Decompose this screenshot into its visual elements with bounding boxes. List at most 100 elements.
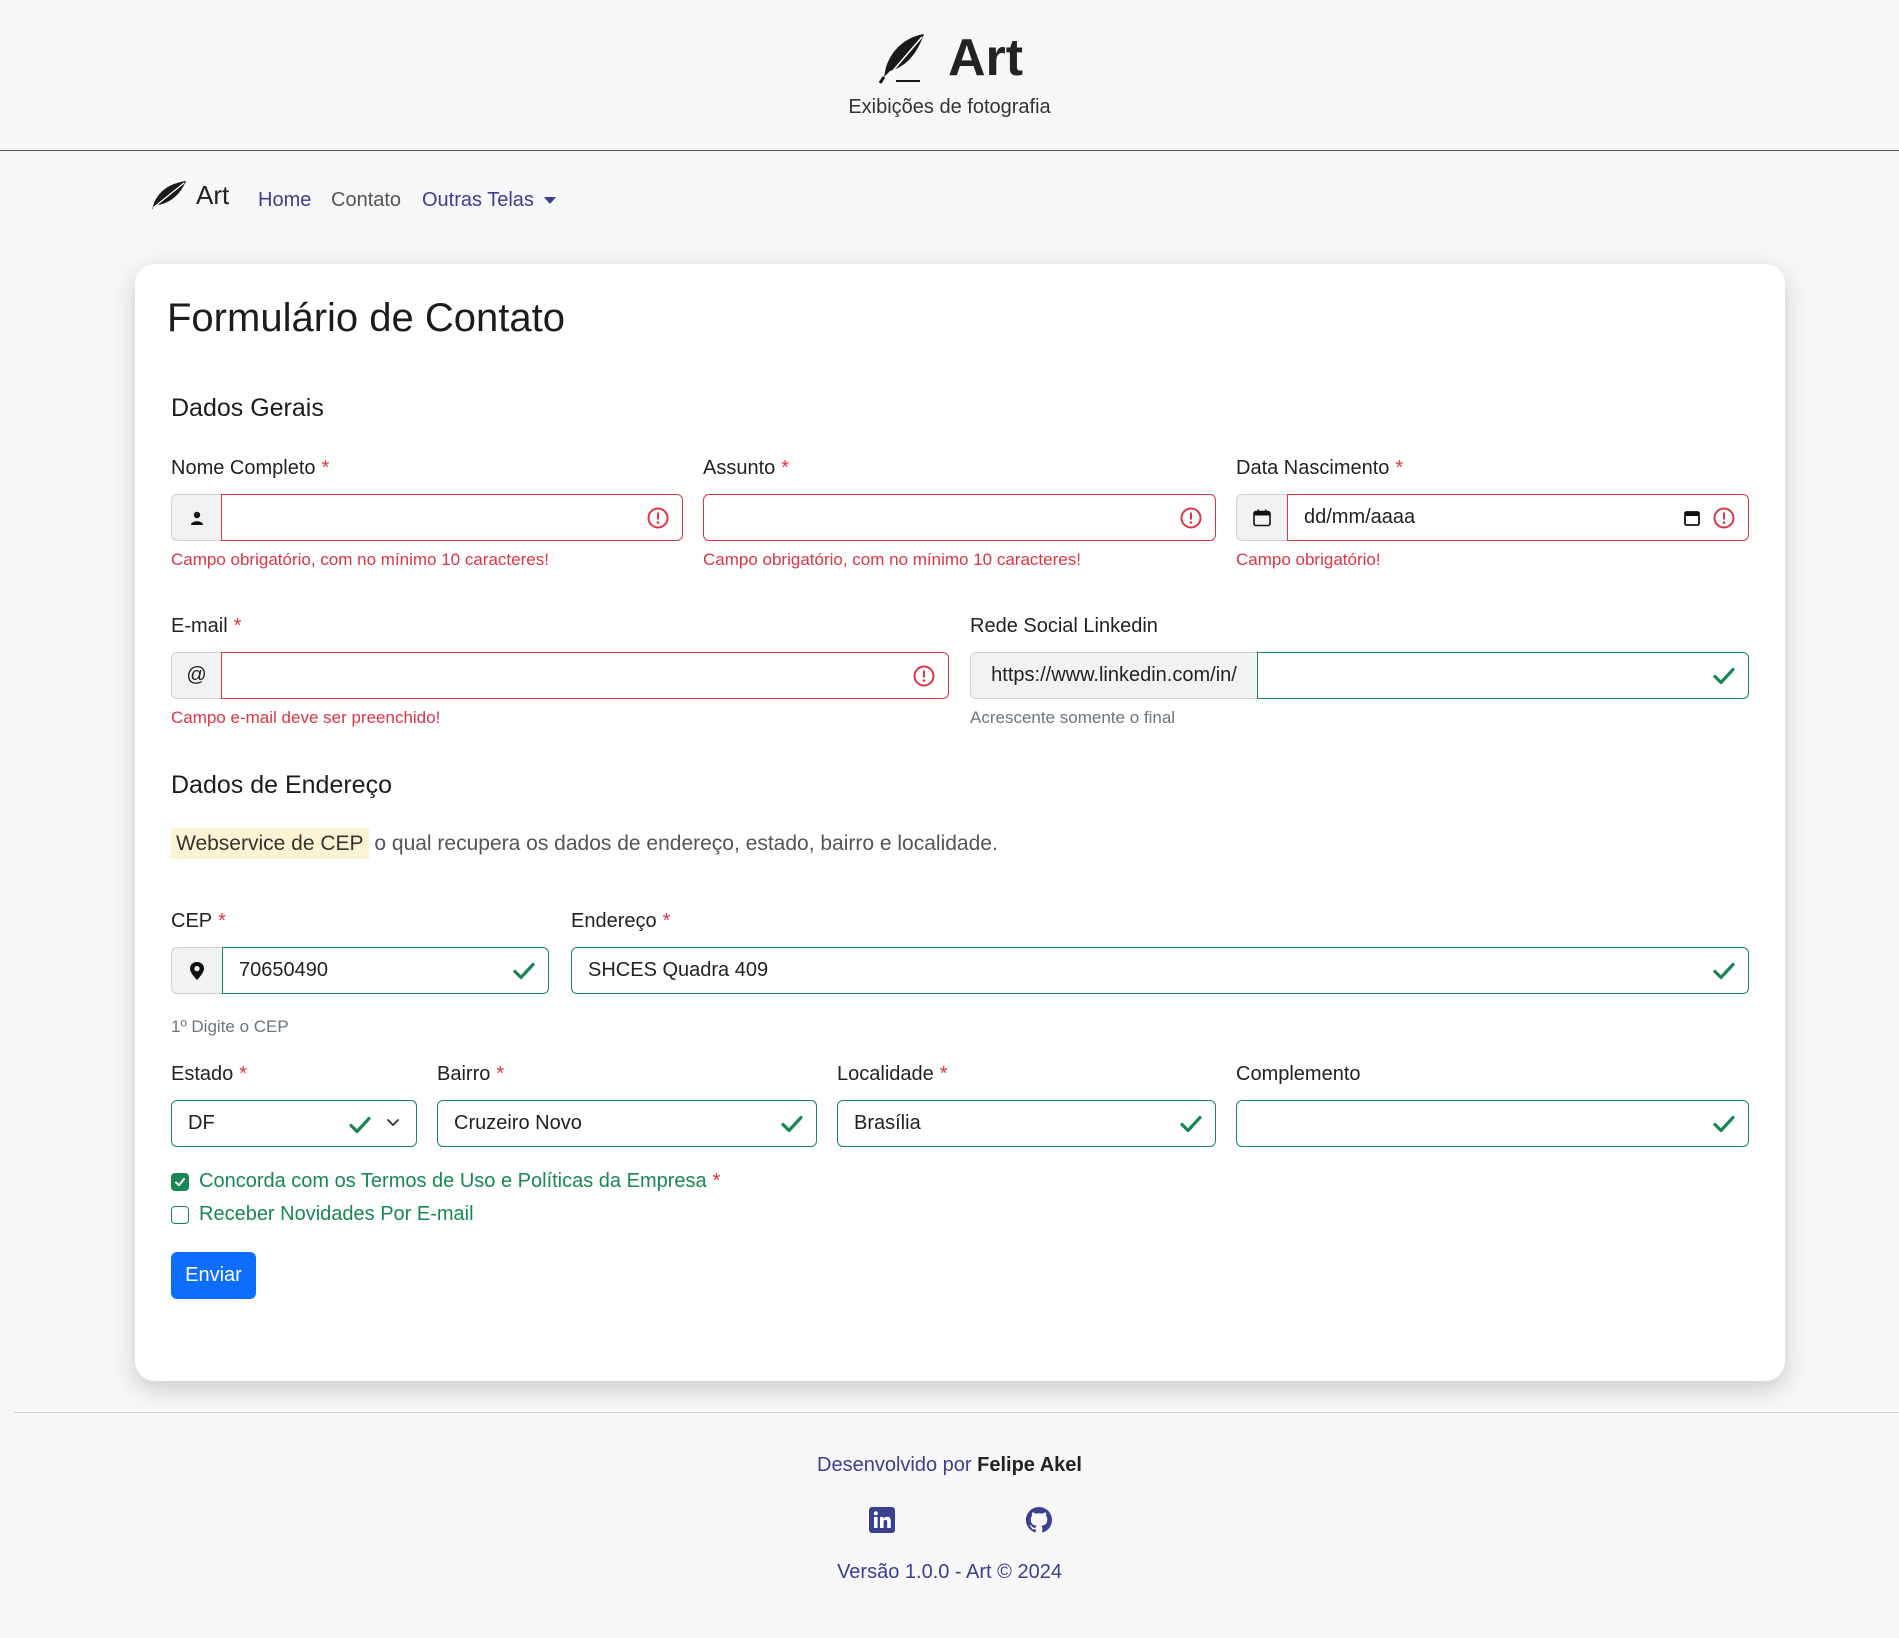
github-icon[interactable]: [1026, 1507, 1052, 1533]
cep-value: 70650490: [239, 959, 328, 981]
bairro-value: Cruzeiro Novo: [454, 1112, 582, 1134]
localidade-label-text: Localidade: [837, 1063, 934, 1085]
assunto-input-group: [703, 494, 1216, 541]
email-input[interactable]: [221, 652, 949, 699]
bairro-input-group: Cruzeiro Novo: [437, 1100, 817, 1147]
valid-check-icon: [1180, 1115, 1202, 1132]
nav-outras-telas-dropdown[interactable]: Outras Telas: [422, 189, 556, 212]
navbar-brand[interactable]: Art: [150, 179, 229, 211]
bairro-label-text: Bairro: [437, 1063, 491, 1085]
checkmark-icon: [175, 1177, 185, 1186]
linkedin-input[interactable]: [1257, 652, 1749, 699]
news-checkbox-row[interactable]: Receber Novidades Por E-mail: [171, 1203, 474, 1226]
linkedin-icon[interactable]: [869, 1507, 895, 1533]
linkedin-label: Rede Social Linkedin: [970, 615, 1158, 637]
data-nasc-error: Campo obrigatório!: [1236, 550, 1381, 569]
location-pin-icon: [190, 961, 204, 980]
required-mark: *: [321, 457, 330, 479]
cep-label-text: CEP: [171, 910, 213, 932]
person-icon: [190, 511, 203, 525]
required-mark: *: [1395, 457, 1404, 479]
person-addon: [171, 494, 221, 541]
cep-hint: 1º Digite o CEP: [171, 1017, 289, 1036]
valid-check-icon: [1713, 667, 1735, 684]
section-address-title: Dados de Endereço: [171, 771, 392, 799]
email-input-group: @: [171, 652, 949, 699]
localidade-value: Brasília: [854, 1112, 921, 1134]
linkedin-hint: Acrescente somente o final: [970, 708, 1176, 727]
submit-button[interactable]: Enviar: [171, 1252, 256, 1299]
terms-label: Concorda com os Termos de Uso e Política…: [199, 1170, 720, 1193]
valid-check-icon: [781, 1115, 803, 1132]
cep-webservice-highlight: Webservice de CEP: [171, 828, 369, 859]
nav-contato[interactable]: Contato: [331, 189, 401, 212]
localidade-label: Localidade *: [837, 1063, 948, 1086]
endereco-label-text: Endereço: [571, 910, 657, 932]
at-addon: @: [171, 652, 221, 699]
assunto-label-text: Assunto: [703, 457, 776, 479]
terms-checkbox-row[interactable]: Concorda com os Termos de Uso e Política…: [171, 1170, 720, 1193]
site-header: Art Exibições de fotografia: [0, 0, 1899, 151]
brand-row: Art: [0, 28, 1899, 88]
section-general-title: Dados Gerais: [171, 394, 324, 422]
footer-dev-name: Felipe Akel: [977, 1454, 1082, 1476]
navbar-brand-label: Art: [196, 179, 230, 210]
invalid-icon: [913, 665, 935, 686]
navbar: Art Home Contato Outras Telas: [14, 155, 1899, 233]
cep-input[interactable]: 70650490: [222, 947, 549, 994]
news-checkbox[interactable]: [171, 1205, 189, 1224]
email-label-text: E-mail: [171, 615, 228, 637]
invalid-icon: [647, 507, 669, 528]
estado-label: Estado *: [171, 1063, 247, 1086]
email-label: E-mail *: [171, 615, 241, 638]
endereco-input-group: SHCES Quadra 409: [571, 947, 1749, 994]
required-mark: *: [239, 1063, 248, 1085]
complemento-label: Complemento: [1236, 1063, 1361, 1085]
localidade-input[interactable]: Brasília: [837, 1100, 1216, 1147]
nome-error: Campo obrigatório, com no mínimo 10 cara…: [171, 550, 549, 569]
feather-icon: [878, 34, 924, 84]
location-addon: [171, 947, 222, 994]
nome-label: Nome Completo *: [171, 457, 329, 480]
required-mark: *: [218, 910, 226, 932]
valid-check-icon: [1713, 1115, 1735, 1132]
valid-check-icon: [1713, 962, 1735, 979]
bairro-input[interactable]: Cruzeiro Novo: [437, 1100, 817, 1147]
form-title: Formulário de Contato: [167, 296, 565, 340]
required-mark: *: [496, 1063, 505, 1085]
data-nasc-label: Data Nascimento *: [1236, 457, 1403, 480]
estado-select[interactable]: DF: [171, 1100, 417, 1147]
data-nasc-input[interactable]: dd/mm/aaaa: [1287, 494, 1749, 541]
endereco-value: SHCES Quadra 409: [588, 959, 769, 981]
cep-info: Webservice de CEP o qual recupera os dad…: [171, 828, 998, 859]
calendar-picker-icon[interactable]: [1682, 508, 1702, 528]
data-nasc-input-group: dd/mm/aaaa: [1236, 494, 1749, 541]
endereco-label: Endereço *: [571, 910, 670, 933]
valid-check-icon: [349, 1116, 371, 1134]
linkedin-prefix: https://www.linkedin.com/in/: [970, 652, 1257, 699]
nome-input[interactable]: [221, 494, 683, 541]
footer-developer: Desenvolvido por Felipe Akel: [0, 1454, 1899, 1477]
required-mark: *: [233, 615, 242, 637]
assunto-input[interactable]: [703, 494, 1216, 541]
linkedin-input-group: https://www.linkedin.com/in/: [970, 652, 1749, 699]
complemento-input[interactable]: [1236, 1100, 1749, 1147]
news-label: Receber Novidades Por E-mail: [199, 1203, 474, 1225]
complemento-input-group: [1236, 1100, 1749, 1147]
footer-dev-prefix: Desenvolvido por: [817, 1454, 972, 1476]
caret-down-icon: [543, 197, 556, 205]
cep-input-group: 70650490: [171, 947, 549, 994]
email-error: Campo e-mail deve ser preenchido!: [171, 708, 441, 727]
nav-outras-label: Outras Telas: [422, 189, 534, 211]
chevron-down-icon: [387, 1119, 399, 1127]
nome-label-text: Nome Completo: [171, 457, 316, 479]
site-subtitle: Exibições de fotografia: [848, 96, 1051, 118]
estado-select-group: DF: [171, 1100, 417, 1147]
assunto-label: Assunto *: [703, 457, 789, 480]
footer-version: Versão 1.0.0 - Art © 2024: [837, 1561, 1062, 1583]
terms-checkbox[interactable]: [171, 1172, 189, 1191]
endereco-input[interactable]: SHCES Quadra 409: [571, 947, 1749, 994]
cep-description: o qual recupera os dados de endereço, es…: [374, 832, 998, 855]
nav-home[interactable]: Home: [258, 189, 311, 212]
required-mark: *: [662, 910, 671, 932]
